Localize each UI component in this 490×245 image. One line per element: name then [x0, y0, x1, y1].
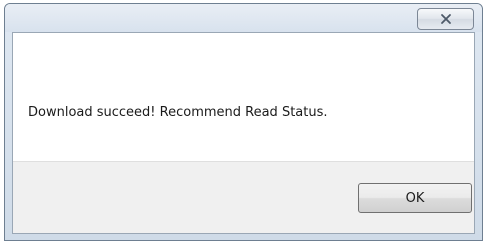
message-dialog: Download succeed! Recommend Read Status.… [4, 3, 483, 241]
dialog-footer: OK [13, 161, 474, 233]
dialog-titlebar[interactable] [5, 4, 482, 32]
dialog-content: Download succeed! Recommend Read Status.… [12, 32, 475, 234]
close-button[interactable] [417, 8, 474, 30]
dialog-message: Download succeed! Recommend Read Status. [28, 105, 328, 120]
message-area: Download succeed! Recommend Read Status. [13, 33, 474, 161]
close-icon [440, 14, 451, 24]
ok-button[interactable]: OK [358, 183, 472, 213]
